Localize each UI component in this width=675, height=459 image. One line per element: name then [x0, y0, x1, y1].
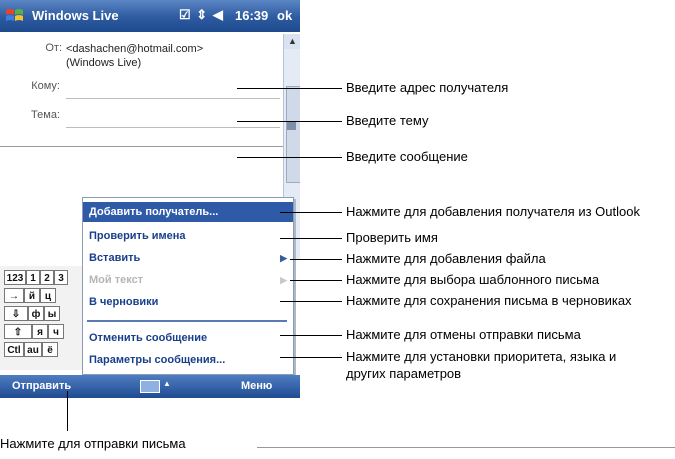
menu-item-drafts[interactable]: В черновики	[83, 292, 293, 312]
callout-line	[280, 212, 342, 213]
volume-icon[interactable]: ◀	[213, 7, 224, 22]
keyboard-icon[interactable]	[140, 380, 160, 393]
from-label: От:	[45, 42, 62, 54]
key[interactable]: ⇧	[4, 324, 32, 339]
key[interactable]: й	[24, 288, 40, 303]
callout-options-line2: других параметров	[346, 366, 462, 381]
connectivity-icon[interactable]: ⇕	[196, 7, 208, 22]
subject-label: Тема:	[31, 109, 60, 121]
menu-bar: Отправить ▲ Меню	[0, 375, 300, 398]
title-bar: Windows Live ☑ ⇕ ◀ 16:39 ok	[0, 0, 300, 32]
callout-check-names: Проверить имя	[346, 230, 438, 245]
callout-options-line1: Нажмите для установки приоритета, языка …	[346, 349, 617, 364]
callout-line	[237, 88, 342, 89]
key[interactable]: 3	[54, 270, 68, 285]
callout-line	[280, 301, 342, 302]
input-selector-arrow-icon[interactable]: ▲	[163, 379, 171, 388]
callout-drafts: Нажмите для сохранения письма в черновик…	[346, 293, 632, 308]
menu-separator	[87, 320, 287, 322]
context-menu: Добавить получатель... Проверить имена В…	[82, 197, 294, 375]
callout-line	[280, 335, 342, 336]
menu-softkey[interactable]: Меню	[241, 380, 272, 392]
menu-item-check-names[interactable]: Проверить имена	[83, 226, 293, 246]
callout-template: Нажмите для выбора шаблонного письма	[346, 272, 600, 287]
ok-button[interactable]: ok	[277, 8, 292, 23]
key[interactable]: ч	[48, 324, 64, 339]
callout-recipient: Введите адрес получателя	[346, 80, 509, 95]
from-value[interactable]: <dashachen@hotmail.com> (Windows Live)	[66, 42, 203, 70]
callout-line	[280, 238, 342, 239]
key[interactable]: au	[24, 342, 42, 357]
menu-item-message-options[interactable]: Параметры сообщения...	[83, 350, 293, 370]
page-rule	[257, 447, 675, 448]
windows-start-icon[interactable]	[4, 6, 26, 26]
menu-item-insert[interactable]: Вставить ▶	[83, 248, 293, 268]
key[interactable]: ё	[42, 342, 58, 357]
key[interactable]: ⇩	[4, 306, 28, 321]
key[interactable]: Ctl	[4, 342, 24, 357]
key[interactable]: 1	[26, 270, 40, 285]
callout-line	[280, 357, 342, 358]
callout-message: Введите сообщение	[346, 149, 468, 164]
key[interactable]: →	[4, 288, 24, 303]
callout-send: Нажмите для отправки письма	[0, 436, 186, 451]
submenu-arrow-icon: ▶	[280, 253, 287, 263]
menu-item-add-recipient[interactable]: Добавить получатель...	[83, 202, 293, 222]
callout-line	[237, 121, 342, 122]
key[interactable]: я	[32, 324, 48, 339]
callout-line-vertical	[67, 391, 68, 431]
menu-item-my-text: Мой текст ▶	[83, 270, 293, 290]
key[interactable]: 123	[4, 270, 26, 285]
clock[interactable]: 16:39	[235, 8, 268, 23]
callout-cancel: Нажмите для отмены отправки письма	[346, 327, 581, 342]
soft-keyboard: 123 1 2 3 → й ц ⇩ ф ы ⇧ я ч Ctl au ё	[0, 266, 82, 370]
key[interactable]: ы	[44, 306, 60, 321]
submenu-arrow-icon: ▶	[280, 275, 287, 285]
scroll-thumb[interactable]	[286, 86, 300, 183]
callout-line	[290, 280, 342, 281]
key[interactable]: 2	[40, 270, 54, 285]
to-input[interactable]	[66, 98, 280, 99]
subject-input[interactable]	[66, 127, 280, 128]
to-label: Кому:	[31, 80, 60, 92]
send-softkey[interactable]: Отправить	[12, 380, 71, 392]
menu-item-cancel-message[interactable]: Отменить сообщение	[83, 328, 293, 348]
callout-line	[237, 157, 342, 158]
callout-add-recipient: Нажмите для добавления получателя из Out…	[346, 204, 640, 219]
callout-subject: Введите тему	[346, 113, 429, 128]
callout-insert-file: Нажмите для добавления файла	[346, 251, 546, 266]
scroll-grip	[287, 122, 296, 130]
app-title: Windows Live	[32, 8, 119, 23]
callout-line	[290, 259, 342, 260]
key[interactable]: ц	[40, 288, 56, 303]
scroll-up-arrow-icon[interactable]: ▲	[284, 34, 300, 49]
key[interactable]: ф	[28, 306, 44, 321]
message-status-icon[interactable]: ☑	[179, 7, 192, 22]
pocket-pc-screen: Windows Live ☑ ⇕ ◀ 16:39 ok От: <dashach…	[0, 0, 300, 398]
